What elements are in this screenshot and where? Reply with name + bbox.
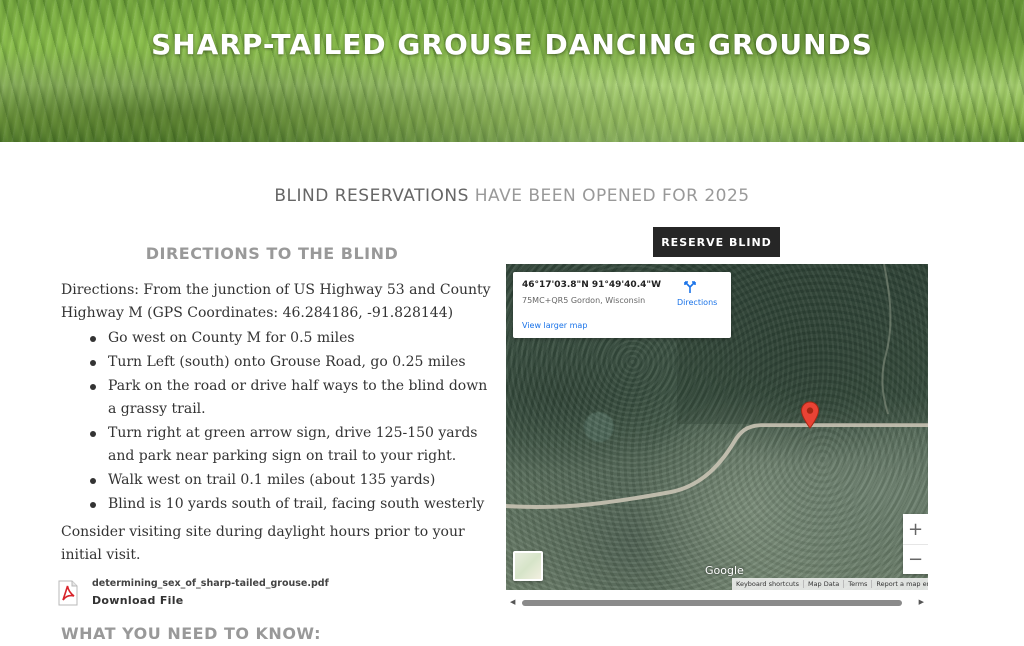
list-item: Walk west on trail 0.1 miles (about 135 …: [88, 469, 488, 492]
map-info-card: 46°17'03.8"N 91°49'40.4"W 75MC+QR5 Gordo…: [513, 272, 731, 338]
pdf-file-icon[interactable]: [55, 580, 81, 606]
map-data-link[interactable]: Map Data: [804, 580, 845, 588]
announcement: BLIND RESERVATIONS HAVE BEEN OPENED FOR …: [0, 186, 1024, 206]
directions-list: Go west on County M for 0.5 miles Turn L…: [88, 327, 488, 517]
scroll-left-icon[interactable]: ◀: [510, 598, 515, 606]
keyboard-shortcuts-link[interactable]: Keyboard shortcuts: [732, 580, 804, 588]
map-layer-toggle[interactable]: [513, 551, 543, 581]
list-item: Park on the road or drive half ways to t…: [88, 375, 488, 421]
pdf-download[interactable]: determining_sex_of_sharp-tailed_grouse.p…: [55, 578, 355, 610]
scroll-right-icon[interactable]: ▶: [919, 598, 924, 606]
list-item: Turn right at green arrow sign, drive 12…: [88, 422, 488, 468]
map-address: 75MC+QR5 Gordon, Wisconsin: [522, 296, 646, 305]
map-pin-icon[interactable]: [800, 401, 820, 429]
google-logo: Google: [705, 564, 744, 577]
list-item: Go west on County M for 0.5 miles: [88, 327, 488, 350]
announcement-light: HAVE BEEN OPENED FOR 2025: [468, 186, 750, 206]
directions-intro: Directions: From the junction of US High…: [61, 282, 491, 321]
horizontal-scrollbar[interactable]: ◀ ▶: [506, 597, 928, 609]
list-item: Blind is 10 yards south of trail, facing…: [88, 493, 488, 516]
map-coordinates: 46°17'03.8"N 91°49'40.4"W: [522, 280, 661, 290]
view-larger-map-link[interactable]: View larger map: [522, 321, 587, 330]
zoom-controls: + −: [903, 514, 928, 574]
scrollbar-thumb[interactable]: [522, 600, 902, 606]
embedded-map[interactable]: 46°17'03.8"N 91°49'40.4"W 75MC+QR5 Gordo…: [506, 264, 928, 590]
terms-link[interactable]: Terms: [844, 580, 873, 588]
consider-visiting-text: Consider visiting site during daylight h…: [61, 524, 465, 563]
report-error-link[interactable]: Report a map error: [872, 580, 928, 588]
directions-link[interactable]: Directions: [677, 298, 717, 307]
pdf-filename[interactable]: determining_sex_of_sharp-tailed_grouse.p…: [92, 578, 329, 589]
header-banner: SHARP-TAILED GROUSE DANCING GROUNDS: [0, 0, 1024, 142]
zoom-out-button[interactable]: −: [903, 544, 928, 574]
directions-icon[interactable]: [683, 280, 697, 294]
map-attribution-bar: Keyboard shortcuts Map Data Terms Report…: [732, 578, 928, 590]
directions-heading: DIRECTIONS TO THE BLIND: [145, 244, 399, 263]
list-item: Turn Left (south) onto Grouse Road, go 0…: [88, 351, 488, 374]
zoom-in-button[interactable]: +: [903, 514, 928, 544]
page-title: SHARP-TAILED GROUSE DANCING GROUNDS: [151, 28, 873, 61]
what-you-need-heading: WHAT YOU NEED TO KNOW:: [61, 624, 321, 643]
download-file-link[interactable]: Download File: [92, 594, 184, 607]
announcement-strong: BLIND RESERVATIONS: [274, 186, 469, 206]
reserve-blind-button[interactable]: RESERVE BLIND: [653, 227, 780, 257]
